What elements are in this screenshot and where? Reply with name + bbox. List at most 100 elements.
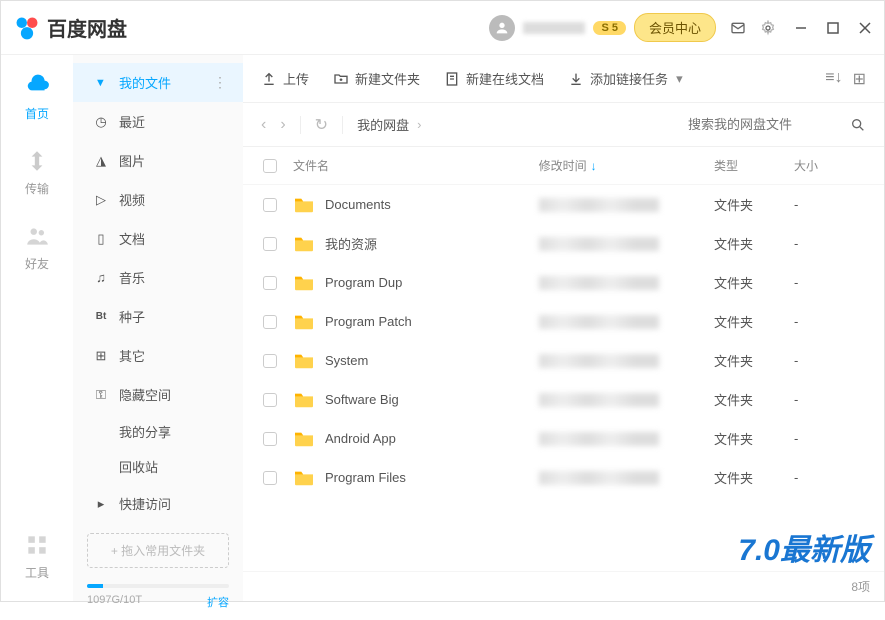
upload-button[interactable]: 上传 (261, 69, 309, 88)
row-checkbox[interactable] (263, 315, 277, 329)
user-area: S 5 会员中心 (489, 13, 716, 42)
file-type: 文件夹 (714, 351, 794, 370)
sidebar-others[interactable]: ⊞其它 (73, 336, 243, 375)
table-row[interactable]: Documents 文件夹 - (243, 185, 884, 224)
row-checkbox[interactable] (263, 432, 277, 446)
new-online-doc-button[interactable]: 新建在线文档 (444, 69, 544, 88)
th-type[interactable]: 类型 (714, 157, 794, 174)
expand-storage-link[interactable]: 扩容 (207, 594, 229, 610)
file-type: 文件夹 (714, 195, 794, 214)
date-blur (539, 198, 659, 212)
date-blur (539, 237, 659, 251)
settings-icon[interactable] (760, 20, 776, 36)
mail-icon[interactable] (730, 20, 746, 36)
sidebar-images[interactable]: ◮图片 (73, 141, 243, 180)
sort-arrow-icon: ↓ (591, 159, 597, 173)
folder-icon (293, 313, 315, 331)
baidu-netdisk-icon (13, 14, 41, 42)
table-row[interactable]: Software Big 文件夹 - (243, 380, 884, 419)
search-icon[interactable] (850, 117, 866, 133)
sidebar-videos[interactable]: ▷视频 (73, 180, 243, 219)
rail-friends[interactable]: 好友 (24, 223, 50, 272)
sidebar-docs[interactable]: ▯文档 (73, 219, 243, 258)
file-size: - (794, 431, 864, 446)
search-input[interactable] (688, 117, 838, 132)
nav-row: ‹ › ↻ 我的网盘› (243, 103, 884, 147)
table-row[interactable]: Program Files 文件夹 - (243, 458, 884, 497)
watermark: 7.0最新版 (738, 525, 870, 569)
avatar[interactable] (489, 15, 515, 41)
table-row[interactable]: Android App 文件夹 - (243, 419, 884, 458)
th-size[interactable]: 大小 (794, 157, 864, 174)
sort-icon[interactable]: ≡↓ (825, 69, 842, 89)
close-button[interactable] (858, 21, 872, 35)
maximize-button[interactable] (826, 21, 840, 35)
storage-bar (87, 584, 229, 588)
sidebar-seeds[interactable]: Bt种子 (73, 297, 243, 336)
folder-icon (293, 235, 315, 253)
toolbar: 上传 新建文件夹 新建在线文档 添加链接任务▾ ≡↓ ⊞ (243, 55, 884, 103)
minimize-button[interactable] (794, 21, 808, 35)
logo[interactable]: 百度网盘 (13, 13, 127, 42)
sidebar-hidden[interactable]: ⚿隐藏空间 (73, 375, 243, 414)
file-size: - (794, 353, 864, 368)
breadcrumb[interactable]: 我的网盘› (357, 115, 421, 134)
file-size: - (794, 392, 864, 407)
nav-back-button[interactable]: ‹ (261, 116, 266, 134)
table-row[interactable]: 我的资源 文件夹 - (243, 224, 884, 263)
rail-transfer-label: 传输 (25, 180, 49, 197)
sidebar-my-files[interactable]: ▸ 我的文件 ⋮ (73, 63, 243, 102)
nav-forward-button[interactable]: › (280, 116, 285, 134)
music-icon: ♫ (93, 270, 109, 286)
sidebar-my-share[interactable]: 我的分享 (73, 414, 243, 449)
th-name[interactable]: 文件名 (293, 157, 539, 174)
grid-view-icon[interactable]: ⊞ (853, 69, 866, 89)
rail-friends-label: 好友 (25, 255, 49, 272)
new-folder-button[interactable]: 新建文件夹 (333, 69, 420, 88)
row-checkbox[interactable] (263, 471, 277, 485)
sidebar-music[interactable]: ♫音乐 (73, 258, 243, 297)
sidebar-quick-access[interactable]: ▸快捷访问 (73, 484, 243, 523)
row-checkbox[interactable] (263, 198, 277, 212)
folder-icon (293, 196, 315, 214)
more-icon[interactable]: ⋮ (213, 74, 227, 91)
row-checkbox[interactable] (263, 393, 277, 407)
s-badge[interactable]: S 5 (593, 21, 626, 35)
app-name: 百度网盘 (47, 13, 127, 42)
date-blur (539, 471, 659, 485)
table-row[interactable]: Program Dup 文件夹 - (243, 263, 884, 302)
sidebar-recent[interactable]: ◷最近 (73, 102, 243, 141)
date-blur (539, 432, 659, 446)
friends-icon (24, 223, 50, 249)
row-checkbox[interactable] (263, 276, 277, 290)
file-size: - (794, 314, 864, 329)
refresh-button[interactable]: ↻ (315, 115, 328, 135)
upload-icon (261, 71, 277, 87)
add-link-button[interactable]: 添加链接任务▾ (568, 69, 683, 88)
rail-tools[interactable]: 工具 (24, 532, 50, 581)
rail-home-label: 首页 (25, 105, 49, 122)
table-row[interactable]: Program Patch 文件夹 - (243, 302, 884, 341)
date-blur (539, 276, 659, 290)
date-blur (539, 354, 659, 368)
rail-home[interactable]: 首页 (24, 73, 50, 122)
th-date[interactable]: 修改时间↓ (539, 157, 714, 174)
new-doc-icon (444, 71, 460, 87)
file-name: 我的资源 (325, 234, 377, 253)
member-center-button[interactable]: 会员中心 (634, 13, 716, 42)
row-checkbox[interactable] (263, 237, 277, 251)
folder-icon (293, 274, 315, 292)
file-type: 文件夹 (714, 390, 794, 409)
nav-rail: 首页 传输 好友 工具 (1, 55, 73, 601)
date-blur (539, 393, 659, 407)
row-checkbox[interactable] (263, 354, 277, 368)
drag-folder-box[interactable]: + 拖入常用文件夹 (87, 533, 229, 568)
sidebar-recycle[interactable]: 回收站 (73, 449, 243, 484)
select-all-checkbox[interactable] (263, 159, 277, 173)
file-type: 文件夹 (714, 429, 794, 448)
chevron-icon: ▸ (93, 75, 109, 91)
file-name: Documents (325, 197, 391, 212)
rail-transfer[interactable]: 传输 (24, 148, 50, 197)
storage-text: 1097G/10T (87, 594, 142, 610)
table-row[interactable]: System 文件夹 - (243, 341, 884, 380)
